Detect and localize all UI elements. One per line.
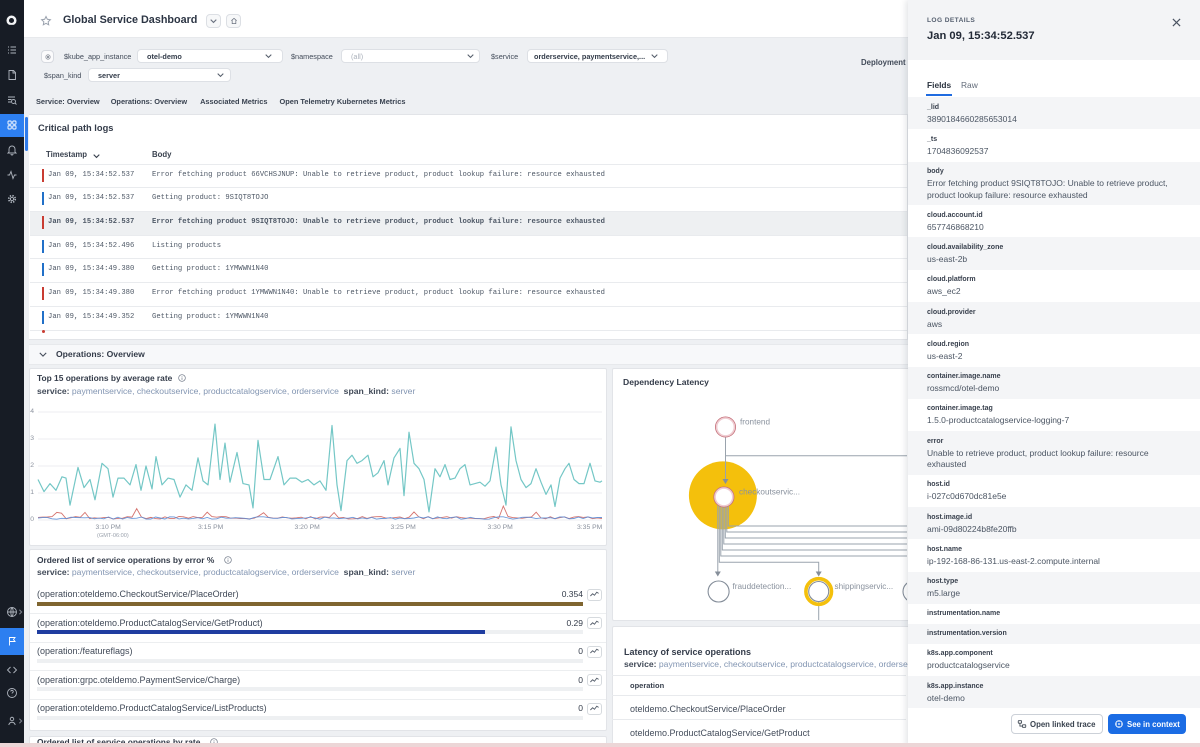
- svg-text:checkoutservic...: checkoutservic...: [739, 488, 800, 497]
- svg-text:shippingservic...: shippingservic...: [835, 582, 894, 591]
- svg-text:frauddetection...: frauddetection...: [733, 582, 792, 591]
- svg-text:frontend: frontend: [740, 418, 770, 427]
